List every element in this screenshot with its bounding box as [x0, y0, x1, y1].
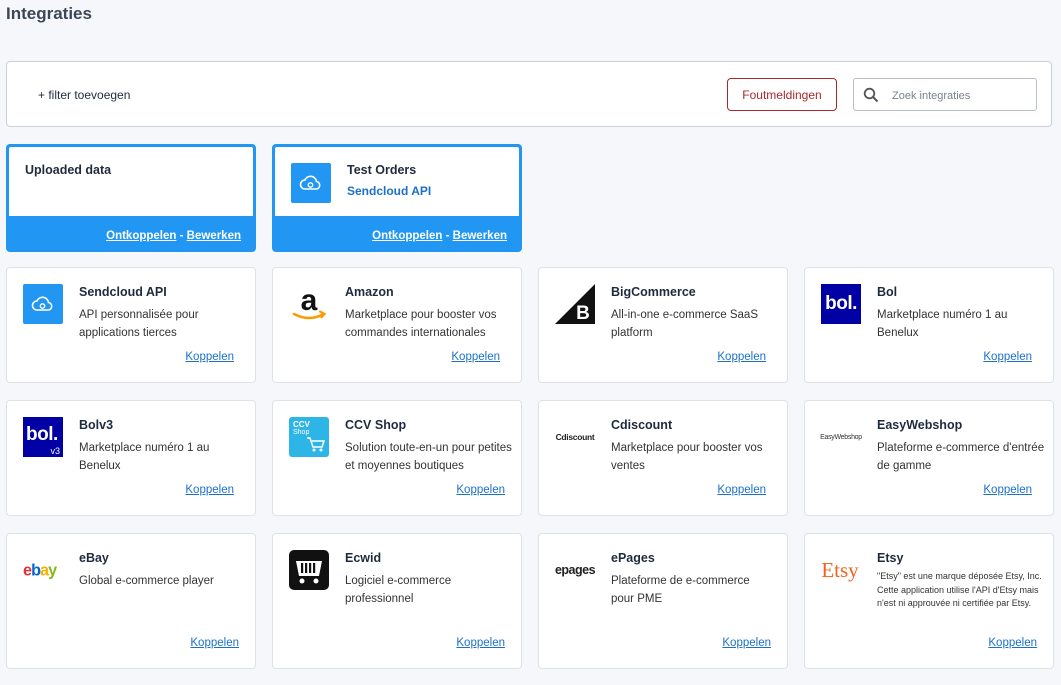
integration-card-ebay: ebay eBay Global e-commerce player Koppe… — [6, 533, 256, 669]
add-filter-button[interactable]: + filter toevoegen — [38, 88, 130, 102]
etsy-logo: Etsy — [821, 557, 859, 582]
svg-text:ebay: ebay — [23, 562, 57, 580]
search-box[interactable] — [853, 78, 1037, 111]
search-icon — [863, 87, 879, 103]
integration-name: Amazon — [345, 285, 394, 299]
integration-card-bigcommerce: B BigCommerce All-in-one e-commerce SaaS… — [538, 267, 788, 383]
ccv-shop-logo: CCV Shop — [289, 417, 329, 457]
integration-description: API personnalisée pour applications tier… — [79, 309, 199, 339]
integration-card-cdiscount: Cdiscount Cdiscount Marketplace pour boo… — [538, 400, 788, 516]
sendcloud-logo — [23, 284, 63, 324]
integration-description: "Etsy" est une marque déposée Etsy, Inc.… — [877, 571, 1042, 608]
integration-description: Solution toute-en-un pour petites et moy… — [345, 442, 512, 472]
integration-card-etsy: Etsy Etsy "Etsy" est une marque déposée … — [804, 533, 1054, 669]
filter-bar: + filter toevoegen Foutmeldingen — [6, 61, 1052, 127]
svg-text:B: B — [576, 303, 590, 324]
search-input[interactable] — [890, 85, 1034, 107]
integration-description: Marketplace pour booster vos ventes — [611, 442, 763, 472]
svg-text:a: a — [301, 284, 318, 317]
connected-card-uploaded-data: Uploaded data Ontkoppelen - Bewerken — [6, 144, 256, 252]
integration-card-amazon: a Amazon Marketplace pour booster vos co… — [272, 267, 522, 383]
integration-name: Cdiscount — [611, 418, 673, 432]
integration-name: Bolv3 — [79, 418, 114, 432]
integration-description: Plateforme e-commerce d'entrée de gamme — [877, 442, 1045, 472]
connect-link[interactable]: Koppelen — [717, 484, 766, 496]
integration-name: Sendcloud API — [79, 285, 167, 299]
ecwid-logo — [289, 550, 329, 590]
errors-button[interactable]: Foutmeldingen — [727, 78, 837, 111]
easywebshop-logo: EasyWebshop — [820, 433, 862, 441]
connected-card-subtitle: Sendcloud API — [347, 184, 432, 198]
unlink-link[interactable]: Ontkoppelen — [106, 230, 176, 242]
bigcommerce-logo: B — [555, 284, 595, 324]
integration-card-sendcloud-api: Sendcloud API API personnalisée pour app… — [6, 267, 256, 383]
connected-card-name: Uploaded data — [25, 163, 112, 177]
connect-link[interactable]: Koppelen — [185, 484, 234, 496]
integration-description: Plateforme de e-commerce pour PME — [611, 575, 750, 605]
integration-card-ccv-shop: CCV Shop CCV Shop Solution toute-en-un p… — [272, 400, 522, 516]
page-title: Integraties — [6, 4, 92, 23]
integration-description: Global e-commerce player — [79, 575, 214, 587]
connect-link[interactable]: Koppelen — [456, 637, 505, 649]
cloud-icon — [291, 163, 331, 203]
connect-link[interactable]: Koppelen — [983, 484, 1032, 496]
integration-name: EasyWebshop — [877, 418, 963, 432]
connect-link[interactable]: Koppelen — [988, 637, 1037, 649]
integration-name: eBay — [79, 551, 109, 565]
integration-name: ePages — [611, 551, 655, 565]
connect-link[interactable]: Koppelen — [190, 637, 239, 649]
integration-name: BigCommerce — [611, 285, 696, 299]
edit-link[interactable]: Bewerken — [187, 230, 241, 242]
cdiscount-logo: Cdiscount — [555, 432, 595, 442]
unlink-link[interactable]: Ontkoppelen — [372, 230, 442, 242]
integration-card-bol: bol. Bol Marketplace numéro 1 au Benelux… — [804, 267, 1054, 383]
integration-name: Bol — [877, 285, 898, 299]
integration-name: CCV Shop — [345, 418, 407, 432]
ebay-logo: ebay — [23, 550, 63, 590]
amazon-logo: a — [289, 284, 329, 324]
connect-link[interactable]: Koppelen — [983, 351, 1032, 363]
integration-description: Marketplace pour booster vos commandes i… — [345, 309, 497, 339]
integration-description: Marketplace numéro 1 au Benelux — [877, 309, 1008, 339]
integration-card-bolv3: bol. v3 Bolv3 Marketplace numéro 1 au Be… — [6, 400, 256, 516]
integration-description: Logiciel e-commerce professionnel — [345, 575, 452, 605]
integration-card-epages: epages ePages Plateforme de e-commerce p… — [538, 533, 788, 669]
connected-card-test-orders: Test Orders Sendcloud API Ontkoppelen - … — [272, 144, 522, 252]
connect-link[interactable]: Koppelen — [722, 637, 771, 649]
integration-card-easywebshop: EasyWebshop EasyWebshop Plateforme e-com… — [804, 400, 1054, 516]
integration-description: All-in-one e-commerce SaaS platform — [611, 309, 759, 339]
epages-logo: epages — [554, 563, 596, 577]
connect-link[interactable]: Koppelen — [456, 484, 505, 496]
bol-logo: bol. — [821, 284, 861, 324]
connect-link[interactable]: Koppelen — [717, 351, 766, 363]
integration-name: Etsy — [877, 551, 904, 565]
integration-card-ecwid: Ecwid Logiciel e-commerce professionnel … — [272, 533, 522, 669]
connect-link[interactable]: Koppelen — [451, 351, 500, 363]
integration-name: Ecwid — [345, 551, 382, 565]
integration-description: Marketplace numéro 1 au Benelux — [79, 442, 210, 472]
connected-card-name: Test Orders — [347, 163, 417, 177]
bolv3-logo: bol. v3 — [23, 417, 63, 457]
connect-link[interactable]: Koppelen — [185, 351, 234, 363]
edit-link[interactable]: Bewerken — [453, 230, 507, 242]
